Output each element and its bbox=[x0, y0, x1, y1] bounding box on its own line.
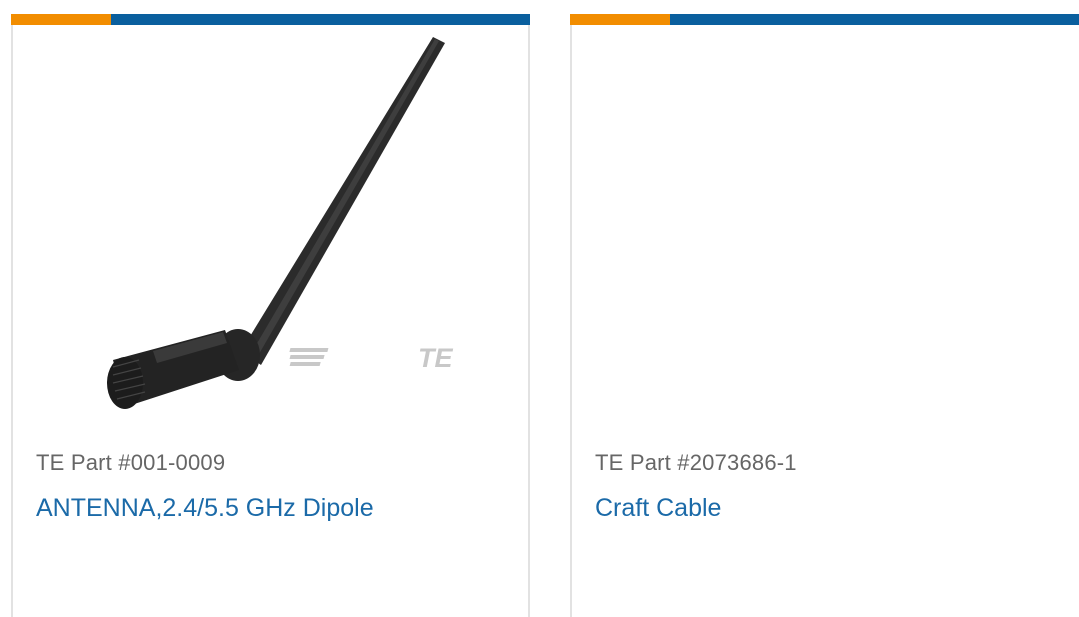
antenna-image: TE bbox=[107, 37, 453, 409]
product-card[interactable]: TE TE Part #001-0009 ANTENNA,2.4/5.5 GHz… bbox=[11, 14, 530, 617]
product-image[interactable]: TE bbox=[13, 25, 528, 420]
accent-blue-segment bbox=[670, 14, 1079, 25]
te-logo-text: TE bbox=[418, 343, 453, 373]
accent-blue-segment bbox=[111, 14, 530, 25]
card-accent-bar bbox=[11, 14, 530, 25]
product-name-link[interactable]: Craft Cable bbox=[595, 494, 721, 523]
te-logo-icon bbox=[289, 348, 329, 366]
card-accent-bar bbox=[570, 14, 1079, 25]
part-number: TE Part #2073686-1 bbox=[595, 450, 797, 475]
product-image[interactable] bbox=[572, 25, 1079, 420]
accent-orange-segment bbox=[11, 14, 111, 25]
accent-orange-segment bbox=[570, 14, 670, 25]
part-number: TE Part #001-0009 bbox=[36, 450, 226, 475]
product-name-link[interactable]: ANTENNA,2.4/5.5 GHz Dipole bbox=[36, 494, 374, 523]
product-card[interactable]: TE Part #2073686-1 Craft Cable bbox=[570, 14, 1079, 617]
